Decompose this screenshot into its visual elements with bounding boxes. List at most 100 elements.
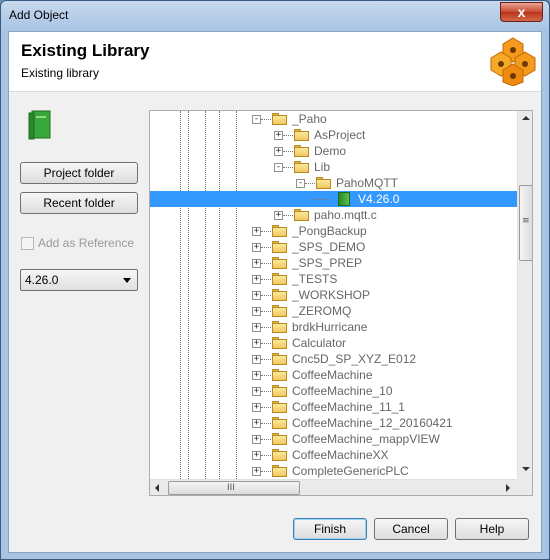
finish-button[interactable]: Finish <box>293 518 367 540</box>
tree-node[interactable]: + paho.mqtt.c <box>150 207 517 223</box>
close-button[interactable]: x <box>500 2 543 22</box>
project-folder-button[interactable]: Project folder <box>20 162 138 184</box>
tree-node[interactable]: + CompleteGenericPLC <box>150 463 517 479</box>
folder-icon <box>272 289 288 301</box>
tree-node[interactable]: + _TESTS <box>150 271 517 287</box>
recent-folder-button[interactable]: Recent folder <box>20 192 138 214</box>
folder-icon <box>272 417 288 429</box>
expand-icon[interactable]: + <box>252 467 261 476</box>
tree-node[interactable]: + _WORKSHOP <box>150 287 517 303</box>
cancel-button[interactable]: Cancel <box>374 518 448 540</box>
tree-connector-line <box>283 215 293 216</box>
expand-icon[interactable]: + <box>252 387 261 396</box>
tree-connector-line <box>283 135 293 136</box>
expand-icon[interactable]: + <box>274 211 283 220</box>
tree-connector-line <box>261 343 271 344</box>
tree-node[interactable]: + AsProject <box>150 127 517 143</box>
folder-icon <box>272 225 288 237</box>
tree-node[interactable]: + Demo <box>150 143 517 159</box>
folder-icon <box>272 433 288 445</box>
expand-icon[interactable]: + <box>252 339 261 348</box>
expand-icon[interactable]: + <box>252 451 261 460</box>
library-icon <box>338 192 350 206</box>
tree-connector-line <box>261 327 271 328</box>
folder-icon <box>272 337 288 349</box>
expand-icon[interactable]: + <box>252 355 261 364</box>
chevron-down-icon <box>123 278 131 283</box>
help-button[interactable]: Help <box>455 518 529 540</box>
expand-icon[interactable]: + <box>252 291 261 300</box>
checkbox-box[interactable] <box>21 237 34 250</box>
horizontal-scrollbar[interactable]: III <box>150 479 517 495</box>
collapse-icon[interactable]: - <box>296 179 305 188</box>
expand-icon[interactable]: + <box>252 403 261 412</box>
scroll-up-icon[interactable] <box>522 116 530 120</box>
tree-node[interactable]: + _PongBackup <box>150 223 517 239</box>
tree-node[interactable]: + CoffeeMachine <box>150 367 517 383</box>
scroll-down-icon[interactable] <box>522 467 530 471</box>
collapse-icon[interactable]: - <box>274 163 283 172</box>
folder-icon <box>272 321 288 333</box>
tree-connector-line <box>261 423 271 424</box>
expand-icon[interactable]: + <box>252 419 261 428</box>
expand-icon[interactable]: + <box>252 243 261 252</box>
tree-node[interactable]: + _SPS_PREP <box>150 255 517 271</box>
scroll-corner <box>517 479 532 495</box>
tree-connector-line <box>261 295 271 296</box>
vertical-scrollbar[interactable]: ≡ <box>517 111 532 479</box>
expand-icon[interactable]: + <box>252 275 261 284</box>
version-select-value: 4.26.0 <box>25 273 59 287</box>
tree-node-label: Calculator <box>292 336 347 350</box>
automation-studio-logo-icon <box>490 37 536 86</box>
version-select[interactable]: 4.26.0 <box>20 269 138 291</box>
folder-icon <box>294 129 310 141</box>
tree-connector-line <box>283 167 293 168</box>
tree-node[interactable]: + brdkHurricane <box>150 319 517 335</box>
title-bar[interactable]: Add Object x <box>1 1 549 31</box>
tree-node[interactable]: - Lib <box>150 159 517 175</box>
grip-icon: III <box>227 483 235 493</box>
tree-node[interactable]: - _Paho <box>150 111 517 127</box>
horizontal-scroll-thumb[interactable]: III <box>168 481 300 495</box>
library-tree[interactable]: - _Paho + AsProject + Demo - Lib - PahoMQTT V4.26.… <box>149 110 533 496</box>
folder-open-icon <box>272 113 288 125</box>
vertical-scroll-thumb[interactable]: ≡ <box>519 185 532 261</box>
tree-connector-line <box>261 439 271 440</box>
tree-node[interactable]: + _ZEROMQ <box>150 303 517 319</box>
page-title: Existing Library <box>21 41 150 60</box>
tree-node[interactable]: V4.26.0 <box>150 191 517 207</box>
expand-icon[interactable]: + <box>252 227 261 236</box>
expand-icon[interactable]: + <box>252 323 261 332</box>
expand-icon[interactable]: + <box>252 307 261 316</box>
expand-icon[interactable]: + <box>252 259 261 268</box>
collapse-icon[interactable]: - <box>252 115 261 124</box>
library-book-icon <box>28 110 51 140</box>
tree-node[interactable]: + CoffeeMachine_11_1 <box>150 399 517 415</box>
tree-node[interactable]: + CoffeeMachine_12_20160421 <box>150 415 517 431</box>
tree-node[interactable]: + _SPS_DEMO <box>150 239 517 255</box>
tree-connector-line <box>261 279 271 280</box>
expand-icon[interactable]: + <box>274 131 283 140</box>
scroll-right-icon[interactable] <box>506 484 510 492</box>
folder-open-icon <box>294 161 310 173</box>
tree-connector-line <box>283 151 293 152</box>
tree-node[interactable]: + Cnc5D_SP_XYZ_E012 <box>150 351 517 367</box>
tree-node-label: CoffeeMachine_12_20160421 <box>292 416 453 430</box>
tree-connector-line <box>312 199 332 200</box>
tree-node-label: _Paho <box>292 112 327 126</box>
tree-node[interactable]: - PahoMQTT <box>150 175 517 191</box>
add-as-reference-checkbox[interactable]: Add as Reference <box>21 236 151 252</box>
folder-icon <box>272 385 288 397</box>
expand-icon[interactable]: + <box>252 435 261 444</box>
expand-icon[interactable]: + <box>274 147 283 156</box>
tree-connector-line <box>305 183 315 184</box>
tree-node[interactable]: + CoffeeMachine_10 <box>150 383 517 399</box>
tree-node[interactable]: + Calculator <box>150 335 517 351</box>
tree-node-label: Cnc5D_SP_XYZ_E012 <box>292 352 417 366</box>
tree-node-label: _TESTS <box>292 272 338 286</box>
tree-node[interactable]: + CoffeeMachineXX <box>150 447 517 463</box>
tree-node[interactable]: + CoffeeMachine_mappVIEW <box>150 431 517 447</box>
expand-icon[interactable]: + <box>252 371 261 380</box>
dialog-client: Existing Library Existing library Projec… <box>8 31 542 553</box>
scroll-left-icon[interactable] <box>155 484 159 492</box>
